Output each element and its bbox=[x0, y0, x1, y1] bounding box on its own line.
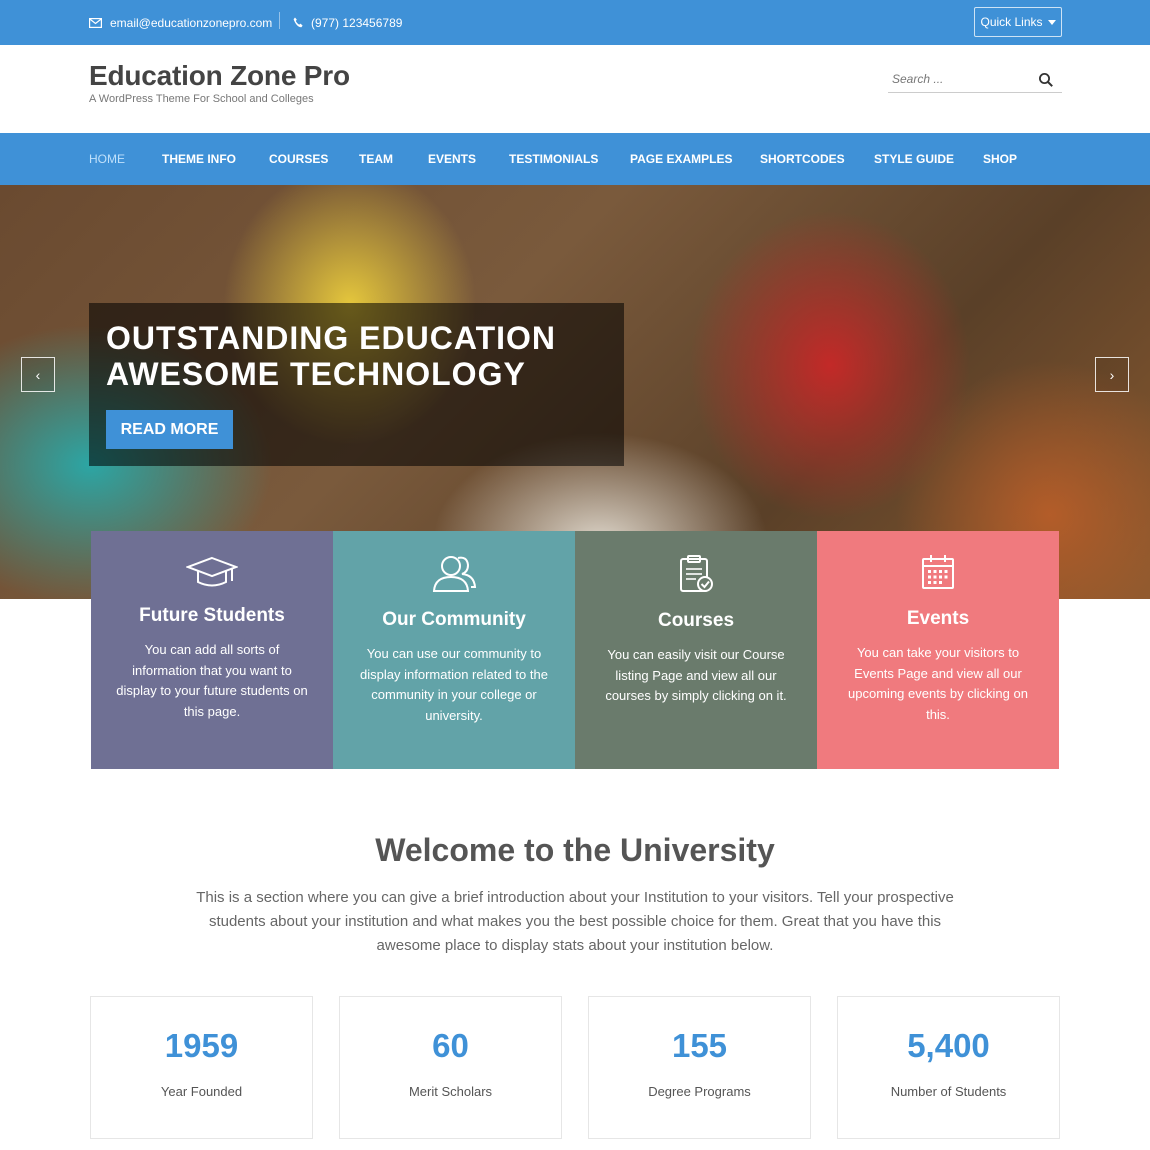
welcome-text: This is a section where you can give a b… bbox=[196, 889, 954, 954]
feature-title: Our Community bbox=[382, 609, 526, 630]
nav-item-style-guide[interactable]: STYLE GUIDE bbox=[874, 133, 954, 185]
phone-text: (977) 123456789 bbox=[311, 15, 403, 30]
site-tagline: A WordPress Theme For School and College… bbox=[89, 93, 314, 105]
calendar-icon bbox=[922, 555, 954, 589]
feature-text: You can add all sorts of information tha… bbox=[116, 642, 308, 719]
nav-item-home[interactable]: HOME bbox=[89, 133, 125, 185]
contact-email[interactable]: email@educationzonepro.com bbox=[89, 0, 272, 45]
welcome-title: Welcome to the University bbox=[375, 832, 775, 868]
phone-icon bbox=[293, 17, 303, 28]
nav-item-courses[interactable]: COURSES bbox=[269, 133, 328, 185]
feature-title: Courses bbox=[657, 610, 735, 631]
feature-title: Future Students bbox=[139, 605, 285, 626]
stat-value: 155 bbox=[671, 1027, 728, 1064]
feature-text: You can take your visitors to Events Pag… bbox=[848, 645, 1028, 722]
topbar-divider bbox=[279, 12, 280, 29]
stat-label: Year Founded bbox=[160, 1084, 243, 1099]
main-nav: HOME THEME INFO COURSES TEAM EVENTS TEST… bbox=[0, 133, 1150, 185]
quick-links-label: Quick Links bbox=[980, 15, 1043, 29]
hero-title-line-2: AWESOME TECHNOLOGY bbox=[106, 356, 526, 392]
stat-label: Degree Programs bbox=[648, 1084, 751, 1099]
stat-card: 1959 Year Founded bbox=[90, 996, 313, 1139]
graduation-cap-icon bbox=[186, 556, 238, 587]
stat-value: 1959 bbox=[164, 1027, 239, 1064]
search-input[interactable] bbox=[888, 66, 1033, 91]
stat-card: 60 Merit Scholars bbox=[339, 996, 562, 1139]
feature-courses[interactable]: Courses You can easily visit our Course … bbox=[575, 531, 817, 769]
email-text: email@educationzonepro.com bbox=[110, 15, 273, 30]
quick-links-dropdown[interactable]: Quick Links bbox=[974, 7, 1062, 37]
chevron-left-icon: ‹ bbox=[35, 366, 41, 383]
feature-events[interactable]: Events You can take your visitors to Eve… bbox=[817, 531, 1059, 769]
slider-prev-button[interactable]: ‹ bbox=[21, 357, 55, 392]
stat-label: Number of Students bbox=[890, 1084, 1007, 1099]
nav-item-testimonials[interactable]: TESTIMONIALS bbox=[509, 133, 598, 185]
community-icon bbox=[432, 556, 477, 592]
nav-item-shop[interactable]: SHOP bbox=[983, 133, 1017, 185]
clipboard-check-icon bbox=[680, 555, 713, 592]
hero-title: OUTSTANDING EDUCATION AWESOME TECHNOLOGY bbox=[106, 320, 556, 392]
feature-text: You can use our community to display inf… bbox=[360, 646, 548, 723]
stat-label: Merit Scholars bbox=[408, 1084, 493, 1099]
feature-text: You can easily visit our Course listing … bbox=[605, 647, 787, 703]
nav-item-theme-info[interactable]: THEME INFO bbox=[162, 133, 236, 185]
hero-caption: OUTSTANDING EDUCATION AWESOME TECHNOLOGY… bbox=[89, 303, 624, 466]
stat-value: 5,400 bbox=[907, 1027, 990, 1064]
nav-item-events[interactable]: EVENTS bbox=[428, 133, 476, 185]
read-more-button[interactable]: READ MORE bbox=[106, 410, 233, 449]
nav-item-page-examples[interactable]: PAGE EXAMPLES bbox=[630, 133, 732, 185]
feature-future-students[interactable]: Future Students You can add all sorts of… bbox=[91, 531, 333, 769]
site-title[interactable]: Education Zone Pro bbox=[89, 60, 350, 92]
slider-next-button[interactable]: › bbox=[1095, 357, 1129, 392]
search-form bbox=[888, 66, 1062, 93]
stat-card: 5,400 Number of Students bbox=[837, 996, 1060, 1139]
contact-phone[interactable]: (977) 123456789 bbox=[293, 0, 402, 45]
hero-title-line-1: OUTSTANDING EDUCATION bbox=[106, 320, 557, 356]
top-bar: email@educationzonepro.com (977) 1234567… bbox=[0, 0, 1150, 45]
stat-card: 155 Degree Programs bbox=[588, 996, 811, 1139]
nav-item-shortcodes[interactable]: SHORTCODES bbox=[760, 133, 845, 185]
feature-title: Events bbox=[906, 608, 970, 629]
search-icon[interactable] bbox=[1038, 72, 1054, 88]
nav-item-team[interactable]: TEAM bbox=[359, 133, 393, 185]
chevron-right-icon: › bbox=[1109, 366, 1115, 383]
envelope-icon bbox=[89, 17, 102, 28]
caret-down-icon bbox=[1047, 19, 1056, 25]
feature-our-community[interactable]: Our Community You can use our community … bbox=[333, 531, 575, 769]
stat-value: 60 bbox=[432, 1027, 469, 1064]
